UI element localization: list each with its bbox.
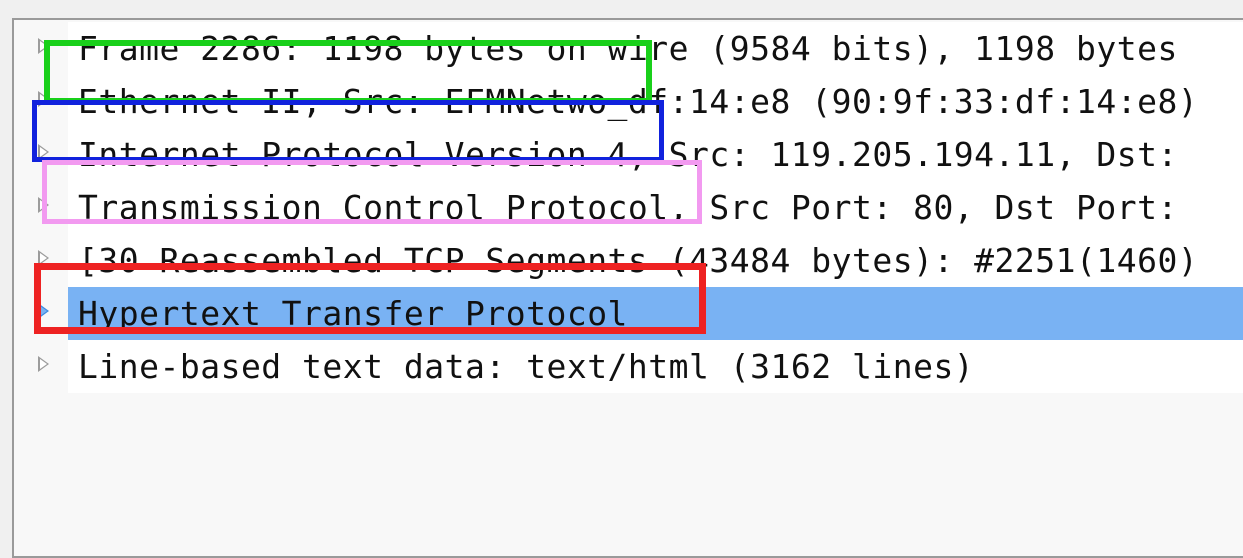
tree-row-tcp[interactable]: Transmission Control Protocol, Src Port:… bbox=[14, 181, 1243, 234]
tree-row-http[interactable]: Hypertext Transfer Protocol bbox=[14, 287, 1243, 340]
tree-row-label: Hypertext Transfer Protocol bbox=[78, 294, 628, 333]
expand-arrow-icon[interactable] bbox=[38, 38, 49, 54]
tree-row-reassembled[interactable]: [30 Reassembled TCP Segments (43484 byte… bbox=[14, 234, 1243, 287]
expand-arrow-icon[interactable] bbox=[38, 303, 49, 319]
expand-arrow-icon[interactable] bbox=[38, 197, 49, 213]
tree-row-ipv4[interactable]: Internet Protocol Version 4, Src: 119.20… bbox=[14, 128, 1243, 181]
expand-arrow-icon[interactable] bbox=[38, 144, 49, 160]
tree-row-frame[interactable]: Frame 2286: 1198 bytes on wire (9584 bit… bbox=[14, 22, 1243, 75]
tree-row-label: Ethernet II, Src: EFMNetwo_df:14:e8 (90:… bbox=[78, 82, 1199, 121]
expand-arrow-icon[interactable] bbox=[38, 356, 49, 372]
tree-row-ethernet[interactable]: Ethernet II, Src: EFMNetwo_df:14:e8 (90:… bbox=[14, 75, 1243, 128]
tree-row-label: Line-based text data: text/html (3162 li… bbox=[78, 347, 975, 386]
tree-row-label: Transmission Control Protocol, Src Port:… bbox=[78, 188, 1178, 227]
tree-row-label: Frame 2286: 1198 bytes on wire (9584 bit… bbox=[78, 29, 1178, 68]
tree-row-label: [30 Reassembled TCP Segments (43484 byte… bbox=[78, 241, 1199, 280]
tree-row-line-based-text[interactable]: Line-based text data: text/html (3162 li… bbox=[14, 340, 1243, 393]
tree-row-label: Internet Protocol Version 4, Src: 119.20… bbox=[78, 135, 1178, 174]
expand-arrow-icon[interactable] bbox=[38, 250, 49, 266]
packet-details-pane: Frame 2286: 1198 bytes on wire (9584 bit… bbox=[12, 18, 1243, 558]
expand-arrow-icon[interactable] bbox=[38, 91, 49, 107]
